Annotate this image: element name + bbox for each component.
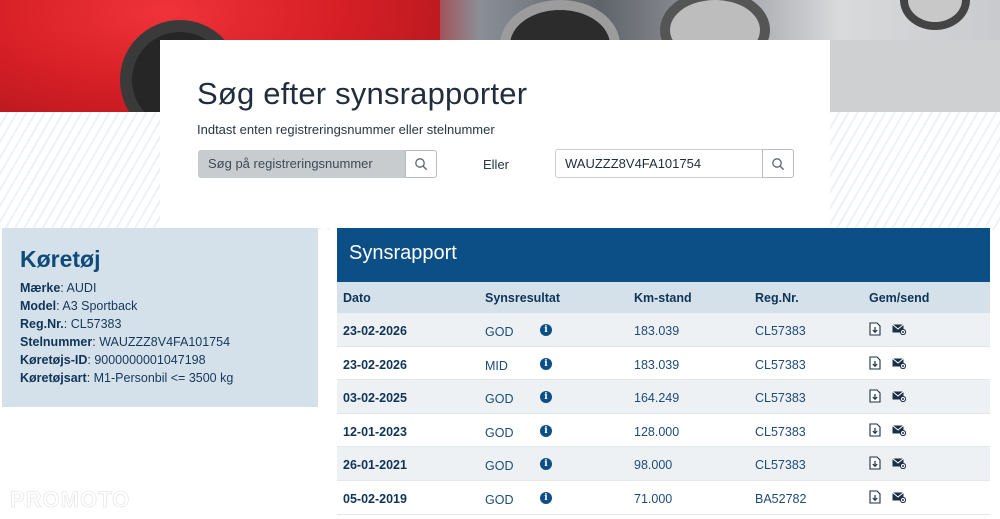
download-pdf-icon[interactable] [869, 456, 881, 473]
info-icon[interactable]: i [540, 324, 552, 336]
info-icon[interactable]: i [540, 491, 552, 504]
vin-search-input[interactable]: WAUZZZ8V4FA101754 [555, 149, 763, 178]
info-icon[interactable]: i [540, 424, 552, 437]
column-header-km[interactable]: Km-stand [634, 291, 692, 305]
column-header-result[interactable]: Synsresultat [485, 291, 560, 305]
row-reg: BA52782 [755, 491, 807, 506]
send-mail-icon[interactable] [892, 492, 907, 506]
search-icon [772, 157, 785, 170]
download-pdf-icon[interactable] [869, 322, 881, 339]
download-pdf-icon[interactable] [869, 389, 881, 406]
info-icon[interactable]: i [540, 357, 552, 370]
row-result: GOD [485, 392, 514, 407]
page-title: Søg efter synsrapporter [197, 76, 528, 111]
row-result: MID [485, 358, 508, 373]
registration-search-button[interactable] [405, 150, 437, 178]
vehicle-reg-value: : CL57383 [63, 317, 122, 331]
download-pdf-icon[interactable] [869, 490, 881, 507]
row-date[interactable]: 23-02-2026 [343, 358, 407, 372]
info-icon[interactable]: i [540, 391, 552, 404]
vehicle-type-value: : M1-Personbil <= 3500 kg [86, 371, 234, 385]
row-km: 183.039 [634, 324, 680, 338]
download-pdf-icon[interactable] [869, 423, 881, 440]
report-table: Dato Synsresultat Km-stand Reg.Nr. Gem/s… [337, 282, 990, 515]
vehicle-panel: Køretøj Mærke: AUDI Model: A3 Sportback … [2, 228, 318, 407]
row-km: 71.000 [634, 491, 673, 506]
row-date[interactable]: 12-01-2023 [343, 425, 407, 439]
report-heading: Synsrapport [337, 228, 990, 282]
row-result: GOD [485, 459, 514, 474]
row-result: GOD [485, 425, 514, 440]
or-label: Eller [483, 157, 510, 172]
table-row[interactable]: 03-02-2025 GOD i 164.249 CL57383 [337, 380, 990, 414]
search-card: Søg efter synsrapporter Indtast enten re… [160, 40, 830, 228]
vehicle-model-label: Model [20, 299, 57, 313]
road-shape [830, 40, 1000, 112]
vehicle-vin: Stelnummer: WAUZZZ8V4FA101754 [20, 333, 318, 351]
download-pdf-icon[interactable] [869, 356, 881, 373]
table-row[interactable]: 12-01-2023 GOD i 128.000 CL57383 [337, 414, 990, 448]
send-mail-icon[interactable] [892, 324, 907, 338]
search-icon [415, 158, 428, 171]
registration-search-input[interactable]: Søg på registreringsnummer [198, 150, 405, 178]
row-km: 128.000 [634, 424, 680, 439]
vehicle-vin-value: : WAUZZZ8V4FA101754 [92, 335, 231, 349]
send-mail-icon[interactable] [892, 357, 907, 372]
row-reg: CL57383 [755, 458, 806, 473]
vehicle-make: Mærke: AUDI [20, 279, 318, 297]
vehicle-vin-label: Stelnummer [20, 335, 93, 349]
vehicle-make-value: : AUDI [60, 281, 97, 295]
table-row[interactable]: 23-02-2026 MID i 183.039 CL57383 [337, 347, 990, 381]
vin-search-button[interactable] [762, 149, 794, 178]
table-body: 23-02-2026 GOD i 183.039 CL57383 23-02-2026 MI… [337, 313, 990, 515]
send-mail-icon[interactable] [892, 424, 907, 439]
row-reg: CL57383 [755, 424, 806, 439]
row-date[interactable]: 03-02-2025 [343, 391, 407, 405]
vehicle-id-value: : 9000000001047198 [87, 353, 206, 367]
vehicle-id-label: Køretøjs-ID [20, 353, 88, 367]
send-mail-icon[interactable] [892, 458, 907, 472]
column-header-date[interactable]: Dato [343, 291, 371, 305]
vehicle-type: Køretøjsart: M1-Personbil <= 3500 kg [20, 369, 318, 387]
row-result: GOD [485, 492, 514, 507]
row-reg: CL57383 [755, 391, 806, 406]
vehicle-reg: Reg.Nr.: CL57383 [20, 315, 318, 333]
vehicle-model-value: : A3 Sportback [56, 299, 138, 313]
vehicle-make-label: Mærke [20, 281, 61, 295]
column-header-reg[interactable]: Reg.Nr. [755, 291, 799, 305]
vehicle-heading: Køretøj [20, 246, 101, 272]
row-date[interactable]: 26-01-2021 [343, 458, 407, 472]
row-reg: CL57383 [755, 357, 806, 372]
info-icon[interactable]: i [540, 458, 552, 471]
row-date[interactable]: 23-02-2026 [343, 324, 407, 338]
watermark: PROMOTO [10, 487, 131, 513]
table-row[interactable]: 23-02-2026 GOD i 183.039 CL57383 [337, 313, 990, 347]
table-header: Dato Synsresultat Km-stand Reg.Nr. Gem/s… [337, 282, 990, 313]
vehicle-model: Model: A3 Sportback [20, 297, 318, 315]
table-row[interactable]: 26-01-2021 GOD i 98.000 CL57383 [337, 447, 990, 481]
wheel-shape [900, 0, 970, 30]
row-date[interactable]: 05-02-2019 [343, 492, 407, 506]
row-km: 98.000 [634, 458, 673, 473]
row-km: 164.249 [634, 391, 680, 406]
row-reg: CL57383 [755, 324, 806, 338]
row-result: GOD [485, 325, 514, 339]
vehicle-reg-label: Reg.Nr. [20, 317, 64, 331]
vehicle-id: Køretøjs-ID: 9000000001047198 [20, 351, 318, 369]
send-mail-icon[interactable] [892, 391, 907, 405]
column-header-save-send: Gem/send [869, 291, 930, 305]
table-row[interactable]: 05-02-2019 GOD i 71.000 BA52782 [337, 481, 990, 515]
search-subtitle: Indtast enten registreringsnummer eller … [197, 122, 495, 137]
vehicle-type-label: Køretøjsart [20, 371, 87, 385]
row-km: 183.039 [634, 357, 680, 372]
